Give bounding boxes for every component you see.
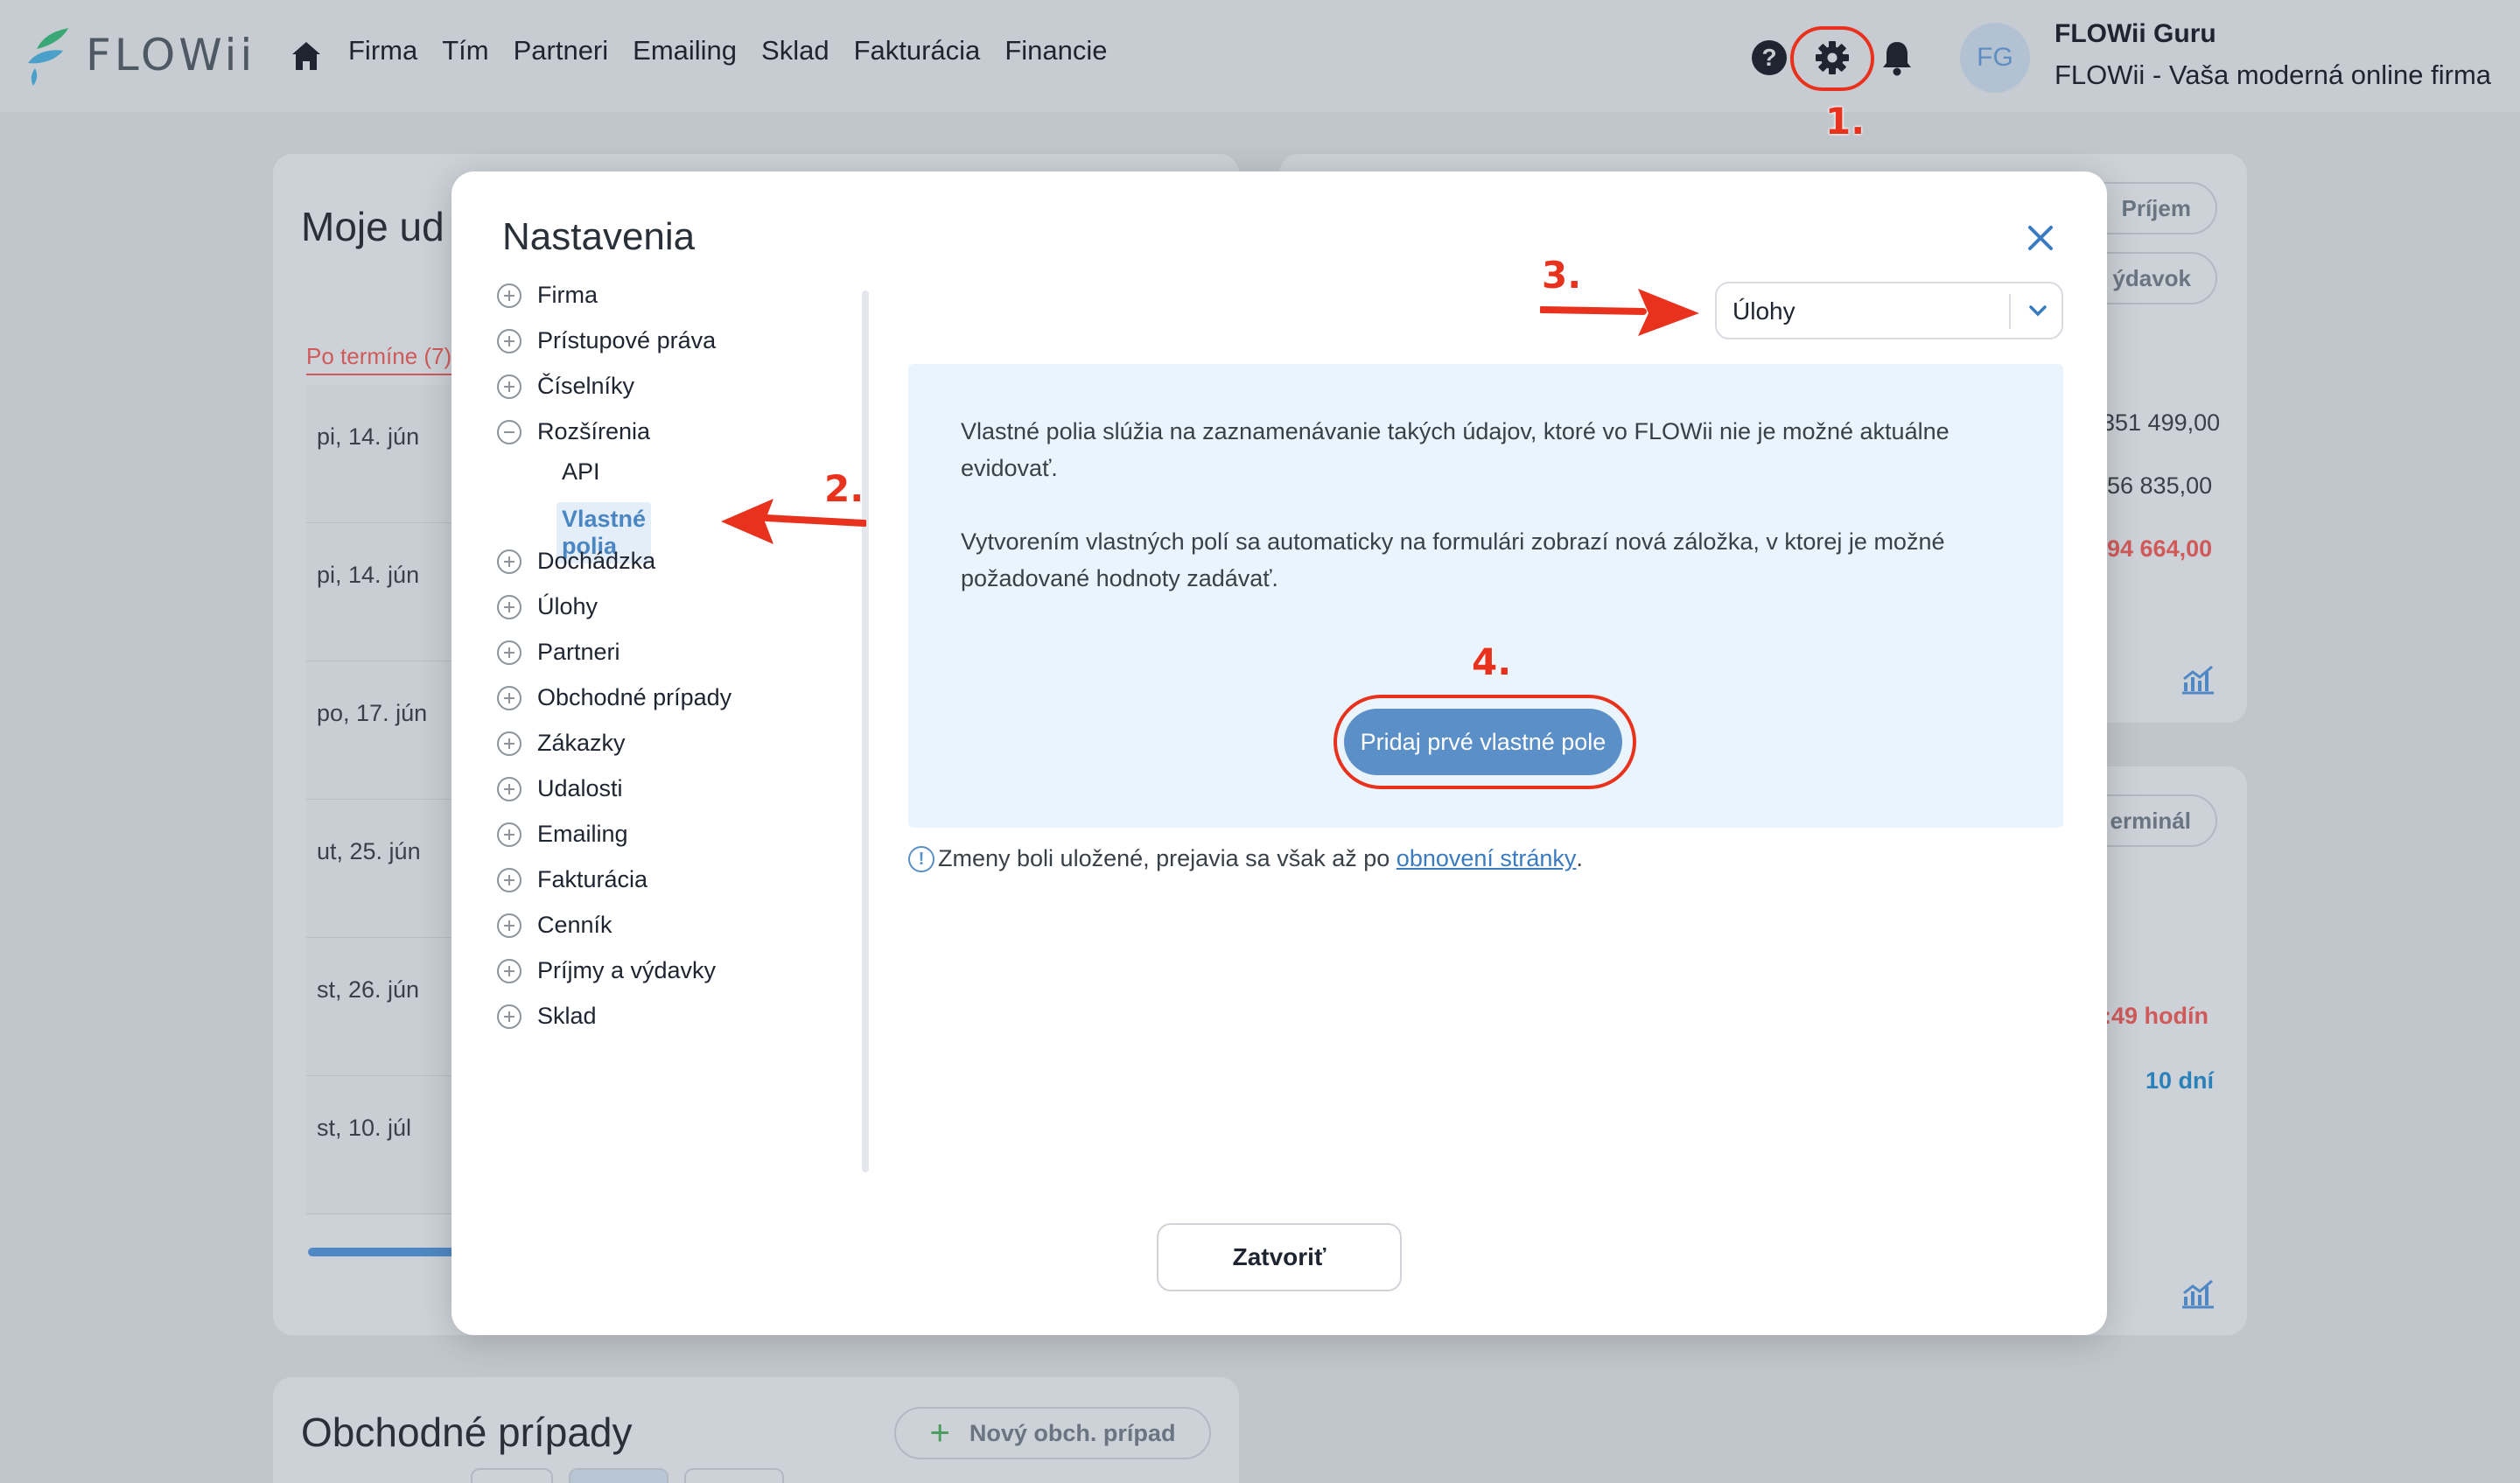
close-icon[interactable] xyxy=(2023,220,2058,255)
nav-item-tim[interactable]: Tím xyxy=(442,35,488,66)
tree-item-rozsirenia[interactable]: Rozšírenia xyxy=(497,418,650,445)
task-date: st, 26. jún xyxy=(306,938,455,1076)
info-paragraph: Vlastné polia slúžia na zaznamenávanie t… xyxy=(961,418,1950,481)
info-icon: ! xyxy=(908,845,934,872)
annotation-step-1: 1. xyxy=(1825,100,1866,143)
expand-icon[interactable] xyxy=(497,328,522,353)
user-company: FLOWii - Vaša moderná online firma xyxy=(2054,59,2492,90)
expand-icon[interactable] xyxy=(497,549,522,574)
module-select-value: Úlohy xyxy=(1732,297,1796,325)
tree-item-cennik[interactable]: Cenník xyxy=(497,912,612,939)
finance-value-negative: 94 664,00 xyxy=(2107,535,2213,562)
task-date: po, 17. jún xyxy=(306,661,455,800)
tree-item-udalosti[interactable]: Udalosti xyxy=(497,775,623,802)
notice-end: . xyxy=(1576,845,1583,871)
task-date: pi, 14. jún xyxy=(306,385,455,523)
tree-item-prijmy-vydavky[interactable]: Príjmy a výdavky xyxy=(497,957,716,984)
select-divider xyxy=(2009,294,2011,329)
tree-scrollbar[interactable] xyxy=(862,290,869,1172)
info-paragraph: Vytvorením vlastných polí sa automaticky… xyxy=(961,528,1945,591)
tree-item-ciselniky[interactable]: Číselníky xyxy=(497,373,634,400)
annotation-step-2: 2. xyxy=(824,467,864,510)
annotation-highlight-gear xyxy=(1790,26,1874,91)
nav-item-sklad[interactable]: Sklad xyxy=(761,35,830,66)
expand-icon[interactable] xyxy=(497,283,522,308)
tree-item-fakturacia[interactable]: Fakturácia xyxy=(497,866,648,893)
settings-modal: Nastavenia Firma Prístupové práva Číseln… xyxy=(452,171,2107,1335)
saved-notice: ! Zmeny boli uložené, prejavia sa však a… xyxy=(908,845,1583,872)
flowii-logo[interactable]: FLOWii xyxy=(24,24,256,86)
nav-item-firma[interactable]: Firma xyxy=(348,35,417,66)
annotation-step-3: 3. xyxy=(1542,254,1582,297)
attendance-days: 10 dní xyxy=(2146,1067,2215,1094)
expand-icon[interactable] xyxy=(497,374,522,399)
expand-icon[interactable] xyxy=(497,1004,522,1029)
deals-card-title: Obchodné prípady xyxy=(301,1410,633,1455)
chart-icon[interactable] xyxy=(2180,663,2216,695)
nav-item-fakturacia[interactable]: Fakturácia xyxy=(854,35,981,66)
deals-tab[interactable] xyxy=(569,1468,668,1483)
expand-icon[interactable] xyxy=(497,640,522,665)
expand-icon[interactable] xyxy=(497,685,522,710)
tree-item-emailing[interactable]: Emailing xyxy=(497,821,628,848)
main-nav: Firma Tím Partneri Emailing Sklad Faktur… xyxy=(348,35,1108,66)
flowii-logo-icon xyxy=(28,28,68,86)
new-deal-button[interactable]: + Nový obch. prípad xyxy=(894,1407,1211,1459)
notice-text: Zmeny boli uložené, prejavia sa však až … xyxy=(938,845,1390,871)
tree-item-obchodne-pripady[interactable]: Obchodné prípady xyxy=(497,684,732,711)
expand-icon[interactable] xyxy=(497,776,522,801)
horizontal-scrollbar[interactable] xyxy=(308,1248,457,1256)
module-select[interactable]: Úlohy xyxy=(1715,282,2063,339)
logo-text: FLOWii xyxy=(86,30,256,80)
tree-item-firma[interactable]: Firma xyxy=(497,282,598,309)
attendance-hours: :49 hodín xyxy=(2104,1003,2208,1029)
expand-icon[interactable] xyxy=(497,731,522,756)
top-bar: FLOWii Firma Tím Partneri Emailing Sklad… xyxy=(0,0,2520,112)
expand-icon[interactable] xyxy=(497,867,522,892)
tree-item-dochadzka[interactable]: Dochádzka xyxy=(497,548,655,575)
user-name: FLOWii Guru xyxy=(2054,19,2216,48)
new-deal-label: Nový obch. prípad xyxy=(969,1419,1176,1446)
finance-value: 351 499,00 xyxy=(2102,409,2221,436)
home-icon[interactable] xyxy=(289,38,324,73)
deals-tab[interactable] xyxy=(471,1468,553,1483)
avatar[interactable]: FG xyxy=(1960,23,2030,93)
reload-page-link[interactable]: obnovení stránky xyxy=(1396,845,1577,872)
tree-item-sklad[interactable]: Sklad xyxy=(497,1003,597,1030)
tree-item-partneri[interactable]: Partneri xyxy=(497,639,620,666)
expand-icon[interactable] xyxy=(497,822,522,847)
annotation-highlight-add-button xyxy=(1334,695,1636,789)
expand-icon[interactable] xyxy=(497,958,522,983)
nav-item-emailing[interactable]: Emailing xyxy=(633,35,737,66)
tree-item-zakazky[interactable]: Zákazky xyxy=(497,730,626,757)
expand-icon[interactable] xyxy=(497,594,522,619)
nav-item-partneri[interactable]: Partneri xyxy=(514,35,609,66)
chevron-down-icon[interactable] xyxy=(2025,297,2051,324)
annotation-step-4: 4. xyxy=(1472,640,1512,683)
task-date: st, 10. júl xyxy=(306,1076,455,1214)
expand-icon[interactable] xyxy=(497,913,522,938)
task-date: ut, 25. jún xyxy=(306,800,455,938)
finance-value: 56 835,00 xyxy=(2107,472,2213,499)
chart-icon[interactable] xyxy=(2180,1277,2216,1309)
close-button[interactable]: Zatvoriť xyxy=(1157,1223,1402,1291)
help-icon[interactable]: ? xyxy=(1752,40,1787,75)
tree-item-ulohy[interactable]: Úlohy xyxy=(497,593,598,620)
task-date: pi, 14. jún xyxy=(306,523,455,661)
deals-tab[interactable] xyxy=(684,1468,784,1483)
bell-icon[interactable] xyxy=(1880,38,1914,77)
tree-item-pristupove-prava[interactable]: Prístupové práva xyxy=(497,327,716,354)
tasks-card-title: Moje ud xyxy=(301,204,444,249)
modal-title: Nastavenia xyxy=(502,215,696,258)
nav-item-financie[interactable]: Financie xyxy=(1004,35,1107,66)
overdue-tab[interactable]: Po termíne (7) xyxy=(306,343,452,375)
collapse-icon[interactable] xyxy=(497,419,522,444)
tree-subitem-api[interactable]: API xyxy=(562,458,600,486)
plus-icon: + xyxy=(929,1413,950,1452)
